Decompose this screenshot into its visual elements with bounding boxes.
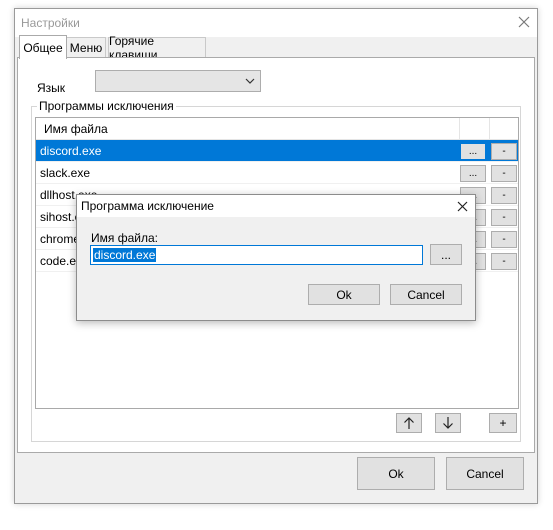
exclusion-dialog: Программа исключение Имя файла: discord.… — [76, 194, 476, 321]
list-header: Имя файла — [36, 118, 518, 140]
tab-menu-label: Меню — [69, 40, 103, 55]
header-divider — [459, 118, 460, 140]
dialog-filename-label: Имя файла: — [91, 231, 158, 245]
dialog-browse-button[interactable]: ... — [430, 244, 462, 265]
row-remove-button[interactable]: - — [491, 231, 517, 248]
close-icon[interactable] — [453, 197, 471, 215]
row-remove-button[interactable]: - — [491, 165, 517, 182]
dialog-title-bar: Программа исключение — [77, 195, 475, 217]
arrow-up-icon — [404, 417, 414, 429]
row-filename: slack.exe — [40, 166, 91, 180]
row-remove-button[interactable]: - — [491, 143, 517, 160]
dialog-title: Программа исключение — [81, 199, 214, 213]
row-remove-button[interactable]: - — [491, 187, 517, 204]
move-up-button[interactable] — [396, 413, 422, 433]
exclusions-group-label: Программы исключения — [37, 99, 176, 113]
dialog-filename-value: discord.exe — [93, 248, 157, 262]
arrow-down-icon — [443, 417, 453, 429]
chevron-down-icon — [245, 78, 255, 84]
move-down-button[interactable] — [435, 413, 461, 433]
row-browse-button[interactable]: ... — [460, 143, 486, 160]
cancel-button[interactable]: Cancel — [446, 457, 524, 490]
title-bar: Настройки — [15, 9, 537, 37]
list-row[interactable]: discord.exe ... - — [36, 140, 518, 162]
tab-menu[interactable]: Меню — [66, 37, 106, 57]
row-browse-button[interactable]: ... — [460, 165, 486, 182]
tab-hotkeys[interactable]: Горячие клавиши — [108, 34, 206, 62]
header-divider — [489, 118, 490, 140]
row-filename: discord.exe — [40, 144, 102, 158]
ok-button[interactable]: Ok — [357, 457, 435, 490]
window-title: Настройки — [21, 16, 80, 30]
column-header-filename: Имя файла — [44, 122, 108, 136]
tab-general[interactable]: Общее — [19, 35, 67, 59]
language-select[interactable] — [95, 70, 261, 92]
row-remove-button[interactable]: - — [491, 209, 517, 226]
tab-general-label: Общее — [23, 40, 63, 55]
row-remove-button[interactable]: - — [491, 253, 517, 270]
close-icon[interactable] — [513, 11, 535, 33]
list-row[interactable]: slack.exe ... - — [36, 162, 518, 184]
dialog-ok-button[interactable]: Ok — [308, 284, 380, 305]
language-label: Язык — [37, 81, 66, 95]
dialog-cancel-button[interactable]: Cancel — [390, 284, 462, 305]
add-button[interactable]: + — [489, 413, 517, 433]
dialog-filename-input[interactable]: discord.exe — [90, 245, 423, 265]
